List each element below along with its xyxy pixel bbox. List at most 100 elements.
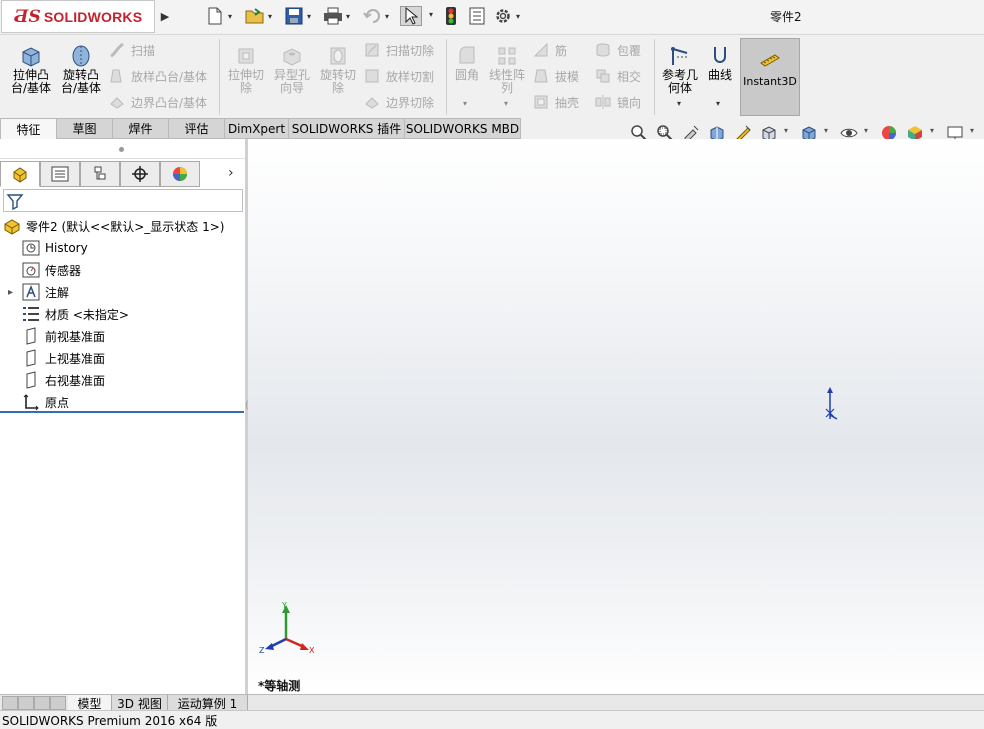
tab-weldments[interactable]: 焊件 bbox=[113, 118, 169, 139]
new-document-button[interactable]: ▾ bbox=[205, 6, 235, 26]
tab-motion-study[interactable]: 运动算例 1 bbox=[168, 695, 248, 711]
extrude-cut-button[interactable]: 拉伸切 除 bbox=[224, 35, 268, 95]
bottom-tabs: 模型 3D 视图 运动算例 1 bbox=[0, 694, 984, 711]
wrap-label: 包覆 bbox=[617, 43, 642, 58]
save-button[interactable]: ▾ bbox=[284, 6, 314, 26]
loft-boss-button[interactable]: 放样凸台/基体 bbox=[108, 66, 207, 86]
tab-displaymanager[interactable] bbox=[160, 161, 200, 187]
chevron-down-icon[interactable]: ▾ bbox=[426, 10, 436, 19]
linear-pattern-button[interactable]: 线性阵 列 bbox=[486, 35, 528, 95]
rebuild-button[interactable] bbox=[441, 6, 461, 26]
chevron-down-icon[interactable]: ▾ bbox=[784, 126, 788, 135]
tab-features[interactable]: 特征 bbox=[0, 118, 57, 139]
options-button[interactable]: ▾ bbox=[493, 6, 523, 26]
tree-item-front-plane[interactable]: 前视基准面 bbox=[8, 325, 105, 347]
revolve-boss-button[interactable]: 旋转凸 台/基体 bbox=[58, 35, 104, 95]
tree-item-history[interactable]: History bbox=[8, 237, 88, 259]
tab-model[interactable]: 模型 bbox=[68, 695, 112, 711]
tab-sketch[interactable]: 草图 bbox=[57, 118, 113, 139]
save-icon bbox=[284, 6, 304, 26]
curves-button[interactable]: 曲线 bbox=[704, 35, 736, 82]
wrap-button[interactable]: 包覆 bbox=[594, 40, 641, 60]
mirror-button[interactable]: 镜向 bbox=[594, 92, 641, 112]
triad-y-label: Y bbox=[281, 601, 287, 610]
chevron-down-icon[interactable]: ▾ bbox=[864, 126, 868, 135]
rib-button[interactable]: 筋 bbox=[532, 40, 567, 60]
sweep-boss-button[interactable]: 扫描 bbox=[108, 40, 155, 60]
feature-manager-panel: › 零件2 (默认<<默认>_显示状态 1>) History 传感器 ▸ 注解… bbox=[0, 139, 245, 694]
expand-arrow-icon[interactable]: ▸ bbox=[8, 287, 22, 298]
tree-item-origin[interactable]: 原点 bbox=[8, 391, 69, 413]
tab-configurationmanager[interactable] bbox=[80, 161, 120, 187]
swept-cut-button[interactable]: 扫描切除 bbox=[363, 40, 434, 60]
reference-geometry-button[interactable]: 参考几 何体 bbox=[658, 35, 702, 95]
prev-tab-icon[interactable] bbox=[18, 696, 34, 710]
part-icon bbox=[3, 217, 21, 235]
next-tab-icon[interactable] bbox=[34, 696, 50, 710]
file-properties-button[interactable] bbox=[467, 6, 487, 26]
tab-dimxpertmanager[interactable] bbox=[120, 161, 160, 187]
undo-button[interactable]: ▾ bbox=[362, 6, 392, 26]
tab-label: DimXpert bbox=[227, 121, 286, 136]
revolve-cut-button[interactable]: 旋转切 除 bbox=[316, 35, 360, 95]
select-button[interactable] bbox=[400, 6, 422, 26]
graphics-area[interactable]: Y X Z *等轴测 bbox=[248, 139, 984, 694]
lofted-cut-label: 放样切割 bbox=[386, 69, 435, 84]
print-button[interactable]: ▾ bbox=[323, 6, 353, 26]
draft-button[interactable]: 拔模 bbox=[532, 66, 579, 86]
panel-handle[interactable] bbox=[0, 139, 245, 159]
last-tab-icon[interactable] bbox=[50, 696, 66, 710]
tree-root-part[interactable]: 零件2 (默认<<默认>_显示状态 1>) bbox=[3, 215, 224, 237]
view-orientation-label: *等轴测 bbox=[258, 679, 301, 693]
tab-dimxpert[interactable]: DimXpert bbox=[225, 118, 289, 139]
chevron-down-icon[interactable]: ▾ bbox=[225, 12, 235, 21]
shell-button[interactable]: 抽壳 bbox=[532, 92, 579, 112]
solidworks-logo[interactable]: ƋS SOLIDWORKS bbox=[1, 0, 155, 33]
first-tab-icon[interactable] bbox=[2, 696, 18, 710]
lofted-cut-button[interactable]: 放样切割 bbox=[363, 66, 434, 86]
tab-solidworks-mbd[interactable]: SOLIDWORKS MBD bbox=[405, 118, 521, 139]
tree-item-sensors[interactable]: 传感器 bbox=[8, 259, 81, 281]
tab-evaluate[interactable]: 评估 bbox=[169, 118, 225, 139]
tab-propertymanager[interactable] bbox=[40, 161, 80, 187]
open-button[interactable]: ▾ bbox=[245, 6, 275, 26]
separator bbox=[446, 39, 447, 115]
chevron-down-icon[interactable]: ▾ bbox=[716, 99, 720, 108]
chevron-down-icon[interactable]: ▾ bbox=[463, 99, 467, 108]
tree-item-label: 原点 bbox=[45, 395, 70, 410]
status-bar: SOLIDWORKS Premium 2016 x64 版 bbox=[0, 710, 984, 729]
origin-marker-icon bbox=[825, 387, 838, 420]
chevron-down-icon[interactable]: ▾ bbox=[513, 12, 523, 21]
chevron-down-icon[interactable]: ▾ bbox=[504, 99, 508, 108]
chevron-down-icon[interactable]: ▾ bbox=[382, 12, 392, 21]
filter-input[interactable] bbox=[3, 189, 243, 212]
tree-item-top-plane[interactable]: 上视基准面 bbox=[8, 347, 105, 369]
fillet-button[interactable]: 圆角 bbox=[450, 35, 484, 82]
chevron-down-icon[interactable]: ▾ bbox=[304, 12, 314, 21]
chevron-down-icon[interactable]: ▾ bbox=[824, 126, 828, 135]
boundary-boss-button[interactable]: 边界凸台/基体 bbox=[108, 92, 207, 112]
tree-item-right-plane[interactable]: 右视基准面 bbox=[8, 369, 105, 391]
chevron-down-icon[interactable]: ▾ bbox=[265, 12, 275, 21]
hole-wizard-button[interactable]: 异型孔 向导 bbox=[270, 35, 314, 95]
tab-solidworks-addins[interactable]: SOLIDWORKS 插件 bbox=[289, 118, 405, 139]
menu-expand-icon[interactable]: ▶ bbox=[157, 0, 173, 33]
instant3d-button[interactable]: Instant3D bbox=[740, 38, 800, 116]
sweep-boss-label: 扫描 bbox=[131, 43, 156, 58]
boundary-cut-button[interactable]: 边界切除 bbox=[363, 92, 434, 112]
chevron-right-icon[interactable]: › bbox=[228, 165, 234, 181]
chevron-down-icon[interactable]: ▾ bbox=[677, 99, 681, 108]
rollback-bar[interactable] bbox=[0, 411, 244, 413]
tree-item-material[interactable]: 材质 <未指定> bbox=[8, 303, 129, 325]
chevron-down-icon[interactable]: ▾ bbox=[970, 126, 974, 135]
tab-featuremanager[interactable] bbox=[0, 161, 40, 187]
panel-tabs: › bbox=[0, 161, 245, 187]
extrude-boss-button[interactable]: 拉伸凸 台/基体 bbox=[8, 35, 54, 95]
chevron-down-icon[interactable]: ▾ bbox=[930, 126, 934, 135]
tree-item-annotations[interactable]: ▸ 注解 bbox=[8, 281, 69, 303]
tab-3d-views[interactable]: 3D 视图 bbox=[112, 695, 168, 711]
chevron-down-icon[interactable]: ▾ bbox=[343, 12, 353, 21]
intersect-button[interactable]: 相交 bbox=[594, 66, 641, 86]
boundary-icon bbox=[108, 93, 126, 111]
intersect-label: 相交 bbox=[617, 69, 642, 84]
